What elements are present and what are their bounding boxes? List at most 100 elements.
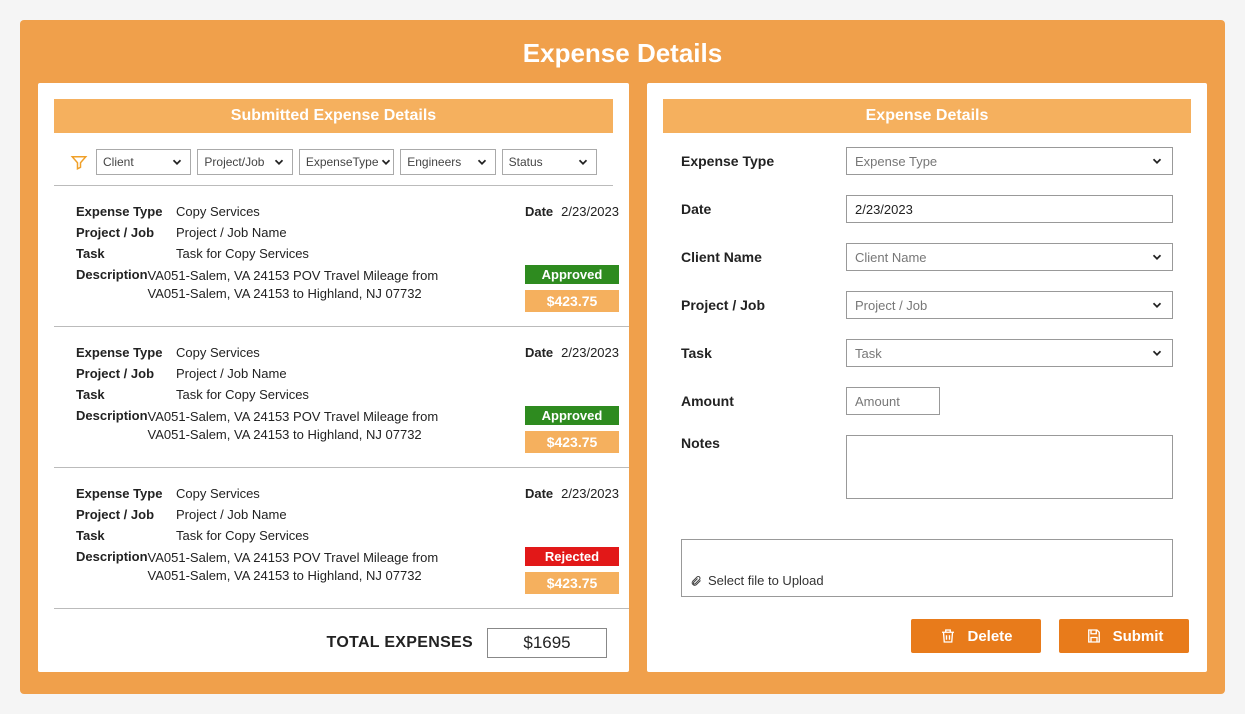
chevron-down-icon — [1150, 298, 1164, 312]
chevron-down-icon — [1150, 250, 1164, 264]
expense-card[interactable]: Expense TypeCopy Services Project / JobP… — [54, 327, 629, 468]
expense-card-left: Expense TypeCopy Services Project / JobP… — [76, 345, 479, 453]
expense-type-value: Copy Services — [176, 345, 260, 360]
status-badge: Rejected — [525, 547, 619, 566]
expense-type-value: Copy Services — [176, 204, 260, 219]
chevron-down-icon — [379, 155, 393, 169]
project-label: Project / Job — [76, 366, 176, 381]
expense-type-placeholder: Expense Type — [855, 154, 937, 169]
project-filter[interactable]: Project/Job — [197, 149, 292, 175]
expense-details-container: Expense Details Submitted Expense Detail… — [20, 20, 1225, 694]
amount-badge: $423.75 — [525, 572, 619, 594]
panels-row: Submitted Expense Details Client Project… — [38, 83, 1207, 672]
expense-type-label: Expense Type — [76, 345, 176, 360]
delete-button-label: Delete — [967, 628, 1012, 645]
submitted-expenses-header: Submitted Expense Details — [54, 99, 613, 133]
form-label-client-name: Client Name — [681, 249, 846, 265]
task-value: Task for Copy Services — [176, 246, 309, 261]
form-label-task: Task — [681, 345, 846, 361]
submit-button-label: Submit — [1113, 628, 1164, 645]
expense-card[interactable]: Expense TypeCopy Services Project / JobP… — [54, 468, 629, 609]
totals-row: TOTAL EXPENSES $1695 — [38, 616, 629, 672]
chevron-down-icon — [272, 155, 286, 169]
task-label: Task — [76, 246, 176, 261]
description-value: VA051-Salem, VA 24153 POV Travel Mileage… — [148, 549, 479, 584]
project-label: Project / Job — [76, 507, 176, 522]
expense-date-label: Date — [525, 486, 553, 501]
expense-form-panel: Expense Details Expense Type Expense Typ… — [647, 83, 1207, 672]
submit-button[interactable]: Submit — [1059, 619, 1189, 653]
client-filter-label: Client — [103, 155, 134, 169]
status-filter-label: Status — [509, 155, 543, 169]
task-placeholder: Task — [855, 346, 882, 361]
expense-date-row: Date 2/23/2023 — [525, 204, 619, 219]
filter-icon — [70, 153, 88, 171]
task-label: Task — [76, 387, 176, 402]
amount-badge: $423.75 — [525, 431, 619, 453]
page-title: Expense Details — [38, 38, 1207, 69]
status-badge: Approved — [525, 265, 619, 284]
description-label: Description — [76, 408, 148, 443]
paperclip-icon — [690, 574, 702, 588]
save-icon — [1085, 627, 1103, 645]
notes-textarea[interactable] — [846, 435, 1173, 499]
expense-type-select[interactable]: Expense Type — [846, 147, 1173, 175]
date-value: 2/23/2023 — [855, 202, 913, 217]
client-name-placeholder: Client Name — [855, 250, 927, 265]
expense-date-label: Date — [525, 204, 553, 219]
expense-card[interactable]: Expense TypeCopy Services Project / JobP… — [54, 609, 629, 616]
project-filter-label: Project/Job — [204, 155, 264, 169]
description-value: VA051-Salem, VA 24153 POV Travel Mileage… — [148, 408, 479, 443]
task-value: Task for Copy Services — [176, 528, 309, 543]
expense-type-value: Copy Services — [176, 486, 260, 501]
expense-type-label: Expense Type — [76, 204, 176, 219]
project-label: Project / Job — [76, 225, 176, 240]
expense-card-right: Date 2/23/2023 Rejected $423.75 — [489, 486, 619, 594]
form-label-expense-type: Expense Type — [681, 153, 846, 169]
client-filter[interactable]: Client — [96, 149, 191, 175]
expense-card-right: Date 2/23/2023 Approved $423.75 — [489, 204, 619, 312]
expense-type-filter[interactable]: ExpenseType — [299, 149, 394, 175]
form-label-notes: Notes — [681, 435, 846, 451]
delete-button[interactable]: Delete — [911, 619, 1041, 653]
file-upload-label: Select file to Upload — [708, 573, 824, 588]
form-buttons-row: Delete Submit — [647, 597, 1207, 671]
expense-card[interactable]: Expense TypeCopy Services Project / JobP… — [54, 186, 629, 327]
status-filter[interactable]: Status — [502, 149, 597, 175]
expense-type-label: Expense Type — [76, 486, 176, 501]
amount-placeholder: Amount — [855, 394, 900, 409]
total-expenses-value: $1695 — [487, 628, 607, 658]
amount-badge: $423.75 — [525, 290, 619, 312]
form-label-date: Date — [681, 201, 846, 217]
client-name-select[interactable]: Client Name — [846, 243, 1173, 271]
total-expenses-label: TOTAL EXPENSES — [327, 634, 473, 652]
file-upload-box[interactable]: Select file to Upload — [681, 539, 1173, 597]
engineers-filter-label: Engineers — [407, 155, 461, 169]
expense-date-label: Date — [525, 345, 553, 360]
expense-list[interactable]: Expense TypeCopy Services Project / JobP… — [54, 186, 629, 616]
engineers-filter[interactable]: Engineers — [400, 149, 495, 175]
project-value: Project / Job Name — [176, 366, 287, 381]
form-label-project: Project / Job — [681, 297, 846, 313]
task-value: Task for Copy Services — [176, 387, 309, 402]
chevron-down-icon — [576, 155, 590, 169]
form-label-amount: Amount — [681, 393, 846, 409]
date-input[interactable]: 2/23/2023 — [846, 195, 1173, 223]
expense-date-row: Date 2/23/2023 — [525, 345, 619, 360]
project-value: Project / Job Name — [176, 507, 287, 522]
description-label: Description — [76, 267, 148, 302]
chevron-down-icon — [170, 155, 184, 169]
project-select[interactable]: Project / Job — [846, 291, 1173, 319]
expense-form-header: Expense Details — [663, 99, 1191, 133]
amount-input[interactable]: Amount — [846, 387, 940, 415]
status-badge: Approved — [525, 406, 619, 425]
task-select[interactable]: Task — [846, 339, 1173, 367]
file-upload-trigger[interactable]: Select file to Upload — [690, 573, 824, 588]
expense-date-value: 2/23/2023 — [561, 486, 619, 501]
expense-date-value: 2/23/2023 — [561, 204, 619, 219]
description-label: Description — [76, 549, 148, 584]
description-value: VA051-Salem, VA 24153 POV Travel Mileage… — [148, 267, 479, 302]
expense-form-body: Expense Type Expense Type Date 2/23/2023… — [647, 133, 1207, 529]
submitted-expenses-panel: Submitted Expense Details Client Project… — [38, 83, 629, 672]
chevron-down-icon — [1150, 346, 1164, 360]
